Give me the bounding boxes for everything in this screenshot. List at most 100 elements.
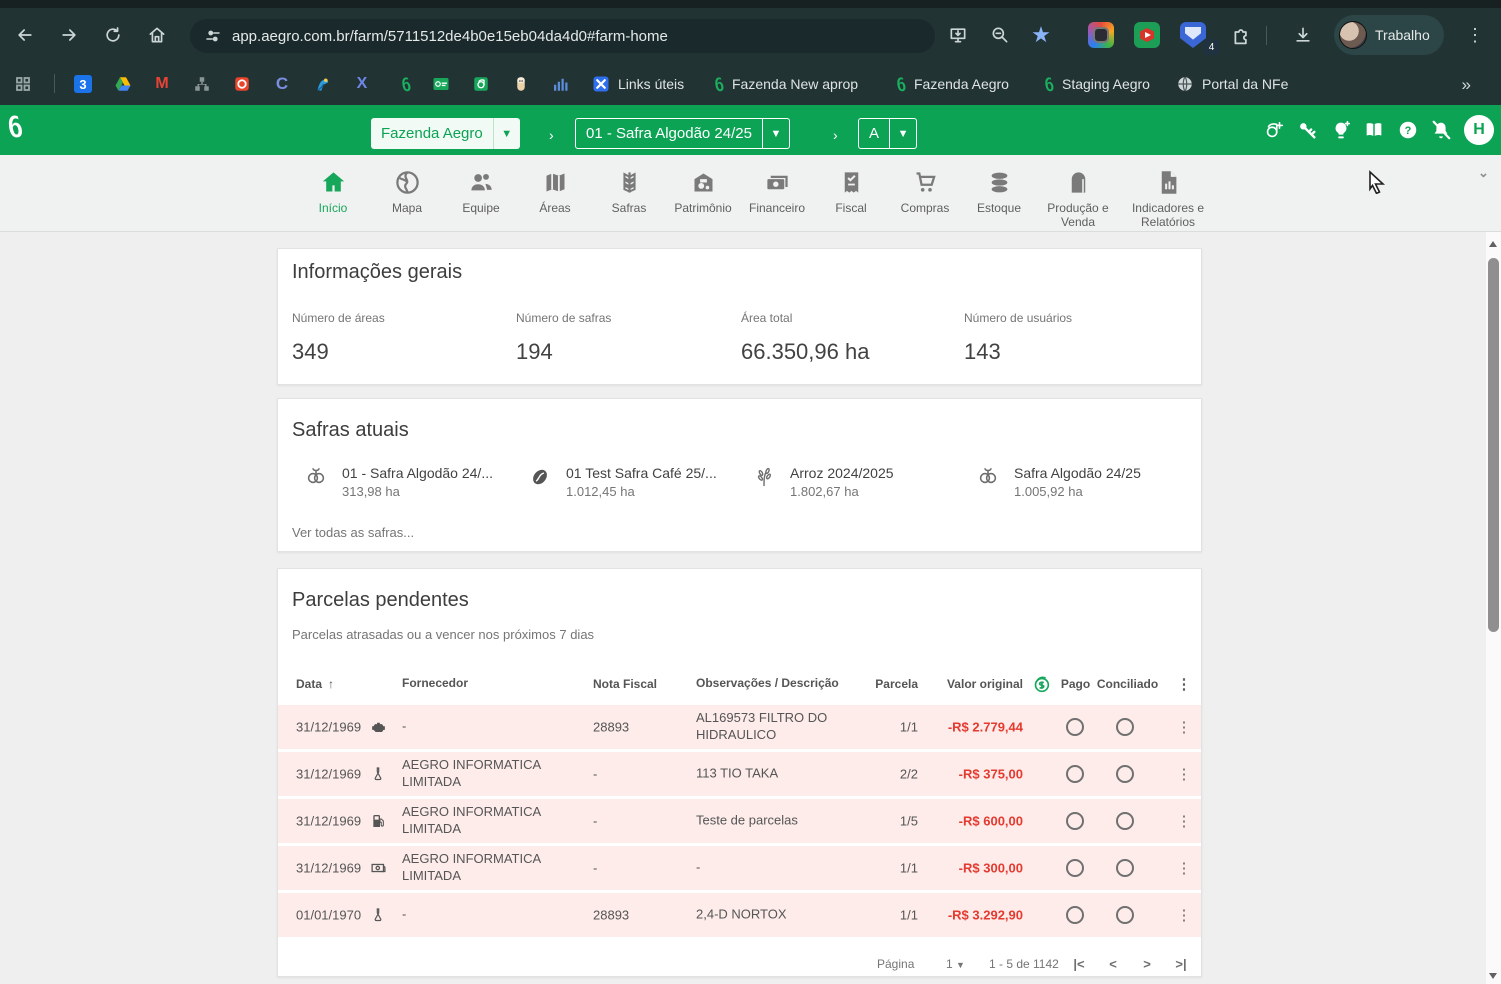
col-data[interactable]: Data↑ bbox=[296, 677, 366, 691]
aegro-logo-icon[interactable]: ∂ bbox=[8, 111, 23, 145]
bookmark-pill-app[interactable] bbox=[512, 70, 530, 98]
row-menu-button[interactable]: ⋮ bbox=[1175, 906, 1193, 924]
bookmark-aegro-banner[interactable] bbox=[432, 70, 450, 98]
media-extension-icon[interactable] bbox=[1134, 22, 1160, 48]
table-row[interactable]: 31/12/1969 AEGRO INFORMATICA LIMITADA - … bbox=[278, 846, 1201, 890]
season-item[interactable]: Safra Algodão 24/251.005,92 ha bbox=[976, 465, 1141, 499]
nav-item-mapa[interactable]: Mapa bbox=[370, 169, 444, 230]
nav-item-inicio[interactable]: Início bbox=[296, 169, 370, 230]
reconciled-radio[interactable] bbox=[1116, 718, 1134, 736]
zoom-button[interactable] bbox=[983, 18, 1017, 52]
browser-menu-button[interactable]: ⋮ bbox=[1458, 18, 1492, 52]
first-page-button[interactable]: |< bbox=[1070, 957, 1088, 972]
more-bookmarks-button[interactable]: » bbox=[1462, 75, 1471, 95]
row-menu-button[interactable]: ⋮ bbox=[1175, 765, 1193, 783]
nav-item-fiscal[interactable]: Fiscal bbox=[814, 169, 888, 230]
home-button[interactable] bbox=[140, 18, 174, 52]
row-menu-button[interactable]: ⋮ bbox=[1175, 812, 1193, 830]
table-row[interactable]: 31/12/1969 AEGRO INFORMATICA LIMITADA - … bbox=[278, 752, 1201, 796]
reload-button[interactable] bbox=[96, 18, 130, 52]
scroll-down-arrow[interactable] bbox=[1489, 973, 1497, 979]
reconciled-radio[interactable] bbox=[1116, 812, 1134, 830]
bookmark-calendar[interactable]: 3 bbox=[74, 70, 92, 98]
knowledge-base-button[interactable] bbox=[1360, 118, 1388, 142]
reconciled-radio[interactable] bbox=[1116, 765, 1134, 783]
nav-item-financeiro[interactable]: Financeiro bbox=[740, 169, 814, 230]
admin-key-button[interactable] bbox=[1293, 118, 1321, 142]
whats-new-button[interactable] bbox=[1327, 118, 1355, 142]
bookmark-star-button[interactable]: ★ bbox=[1024, 18, 1058, 52]
back-button[interactable] bbox=[8, 18, 42, 52]
paid-radio[interactable] bbox=[1066, 859, 1084, 877]
page-select[interactable]: 1 ▼ bbox=[946, 957, 965, 971]
nav-item-equipe[interactable]: Equipe bbox=[444, 169, 518, 230]
bookmark-chart-app[interactable] bbox=[551, 70, 569, 98]
bookmark-aegro-square[interactable] bbox=[472, 70, 490, 98]
bookmark-portal-nfe[interactable]: Portal da NFe bbox=[1176, 70, 1288, 98]
chevron-down-icon[interactable]: ▼ bbox=[494, 128, 520, 140]
season-item[interactable]: 01 - Safra Algodão 24/...313,98 ha bbox=[304, 465, 493, 499]
site-info-icon[interactable] bbox=[204, 27, 222, 45]
prev-page-button[interactable]: < bbox=[1104, 957, 1122, 972]
farm-selector[interactable]: Fazenda Aegro ▼ bbox=[371, 118, 520, 149]
bookmark-fazenda-aegro[interactable]: ∂ Fazenda Aegro bbox=[888, 70, 1009, 98]
table-menu-button[interactable]: ⋮ bbox=[1175, 675, 1193, 693]
scrollbar-thumb[interactable] bbox=[1488, 258, 1499, 632]
sort-asc-icon[interactable]: ↑ bbox=[328, 677, 334, 691]
row-menu-button[interactable]: ⋮ bbox=[1175, 718, 1193, 736]
area-selector[interactable]: A ▼ bbox=[858, 118, 917, 149]
browser-profile-chip[interactable]: Trabalho bbox=[1334, 15, 1444, 55]
bookmark-c-app[interactable]: C bbox=[273, 70, 291, 98]
nav-item-estoque[interactable]: Estoque bbox=[962, 169, 1036, 230]
forward-button[interactable] bbox=[52, 18, 86, 52]
paid-radio[interactable] bbox=[1066, 718, 1084, 736]
bookmark-gmail[interactable]: M bbox=[153, 70, 171, 98]
install-app-button[interactable] bbox=[941, 18, 975, 52]
notifications-muted-button[interactable] bbox=[1427, 118, 1455, 142]
extensions-puzzle-button[interactable] bbox=[1224, 18, 1258, 52]
page-scrollbar[interactable] bbox=[1486, 232, 1501, 984]
bookmark-x-app[interactable]: X bbox=[353, 70, 371, 98]
nav-item-safras[interactable]: Safras bbox=[592, 169, 666, 230]
bookmark-links-uteis[interactable]: Links úteis bbox=[592, 70, 684, 98]
user-avatar[interactable]: H bbox=[1464, 115, 1494, 145]
col-valor-original[interactable]: Valor original bbox=[888, 677, 1023, 691]
bookmark-staging-aegro[interactable]: ∂ Staging Aegro bbox=[1036, 70, 1150, 98]
next-page-button[interactable]: > bbox=[1138, 957, 1156, 972]
last-page-button[interactable]: >| bbox=[1172, 957, 1190, 972]
bookmark-parrot-app[interactable] bbox=[313, 70, 331, 98]
bookmark-aegro[interactable]: ∂ bbox=[393, 70, 411, 98]
col-nota-fiscal[interactable]: Nota Fiscal bbox=[593, 677, 663, 691]
season-selector[interactable]: 01 - Safra Algodão 24/25 ▼ bbox=[575, 118, 790, 149]
col-conciliado[interactable]: Conciliado bbox=[1090, 677, 1165, 691]
nav-item-patrimonio[interactable]: Patrimônio bbox=[666, 169, 740, 230]
bookmark-fazenda-new-aprop[interactable]: ∂ Fazenda New aprop bbox=[706, 70, 858, 98]
table-row[interactable]: 31/12/1969 - 28893 AL169573 FILTRO DO HI… bbox=[278, 705, 1201, 749]
table-row[interactable]: 31/12/1969 AEGRO INFORMATICA LIMITADA - … bbox=[278, 799, 1201, 843]
reconciled-radio[interactable] bbox=[1116, 859, 1134, 877]
downloads-button[interactable] bbox=[1286, 18, 1320, 52]
nav-item-areas[interactable]: Áreas bbox=[518, 169, 592, 230]
bookmark-orange-app[interactable] bbox=[233, 70, 251, 98]
help-button[interactable]: ? bbox=[1394, 118, 1422, 142]
address-bar[interactable]: app.aegro.com.br/farm/5711512de4b0e15eb0… bbox=[190, 19, 935, 53]
chevron-down-icon[interactable]: ▼ bbox=[763, 128, 789, 140]
collapse-nav-button[interactable]: ⌄ bbox=[1478, 165, 1489, 181]
nav-item-compras[interactable]: Compras bbox=[888, 169, 962, 230]
chevron-down-icon[interactable]: ▼ bbox=[890, 128, 916, 140]
apps-grid-button[interactable] bbox=[14, 70, 32, 98]
nav-item-indicadores-relatorios[interactable]: Indicadores e Relatórios bbox=[1120, 169, 1216, 230]
nav-item-producao-venda[interactable]: Produção e Venda bbox=[1036, 169, 1120, 230]
season-item[interactable]: 01 Test Safra Café 25/...1.012,45 ha bbox=[528, 465, 717, 499]
table-row[interactable]: 01/01/1970 - 28893 2,4-D NORTOX 1/1 -R$ … bbox=[278, 893, 1201, 937]
bookmark-sitemap[interactable] bbox=[193, 70, 211, 98]
screen-capture-extension-icon[interactable] bbox=[1088, 22, 1114, 48]
reconciled-radio[interactable] bbox=[1116, 906, 1134, 924]
season-item[interactable]: Arroz 2024/20251.802,67 ha bbox=[752, 465, 894, 499]
add-farm-button[interactable] bbox=[1260, 118, 1288, 142]
paid-radio[interactable] bbox=[1066, 812, 1084, 830]
bookmark-drive[interactable] bbox=[114, 70, 132, 98]
paid-radio[interactable] bbox=[1066, 765, 1084, 783]
scroll-up-arrow[interactable] bbox=[1489, 241, 1497, 247]
col-fornecedor[interactable]: Fornecedor bbox=[402, 676, 592, 692]
